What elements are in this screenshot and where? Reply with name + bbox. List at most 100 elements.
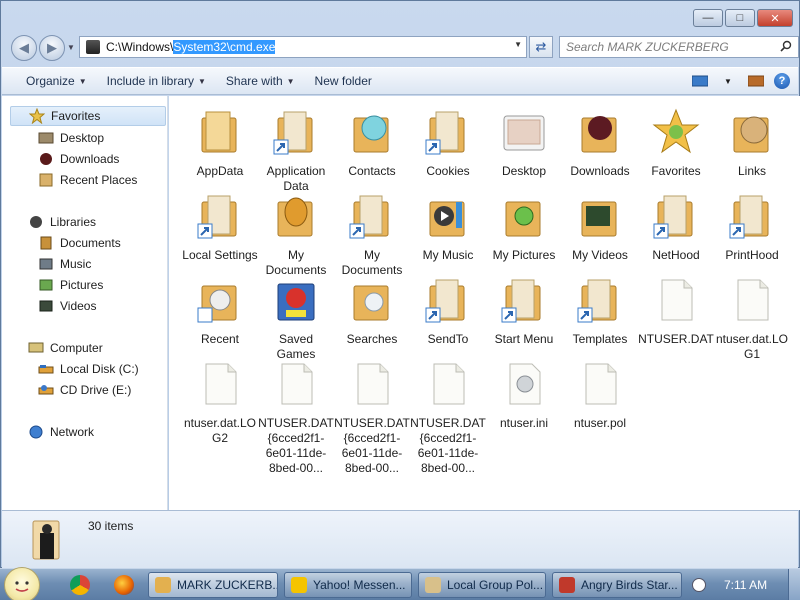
file-item[interactable]: My Documents: [334, 192, 410, 278]
nav-computer[interactable]: Computer: [28, 338, 103, 358]
share-with-menu[interactable]: Share with ▼: [216, 70, 305, 92]
file-item[interactable]: Templates: [562, 276, 638, 347]
file-label: PrintHood: [725, 248, 779, 262]
include-in-library-menu[interactable]: Include in library ▼: [97, 70, 216, 92]
nav-music[interactable]: Music: [38, 254, 91, 274]
nav-local-disk[interactable]: Local Disk (C:): [38, 359, 139, 379]
arrow-right-icon: ▶: [47, 40, 57, 55]
close-button[interactable]: ✕: [757, 9, 793, 27]
nav-pictures[interactable]: Pictures: [38, 275, 103, 295]
file-item[interactable]: Recent: [182, 276, 258, 347]
start-button[interactable]: [4, 567, 40, 600]
nav-libraries[interactable]: Libraries: [28, 212, 96, 232]
address-bar[interactable]: C:\Windows\System32\cmd.exe ▼: [79, 36, 527, 58]
command-bar: Organize ▼ Include in library ▼ Share with…: [2, 67, 798, 95]
file-label: Favorites: [651, 164, 701, 178]
nav-favorites[interactable]: Favorites: [10, 106, 166, 126]
file-label: Saved Games: [276, 332, 316, 361]
taskbar-button[interactable]: MARK ZUCKERB...: [148, 572, 278, 598]
file-item[interactable]: Contacts: [334, 108, 410, 179]
nav-videos[interactable]: Videos: [38, 296, 96, 316]
file-item[interactable]: ntuser.dat.LOG2: [182, 360, 258, 446]
file-item[interactable]: SendTo: [410, 276, 486, 347]
search-icon[interactable]: [780, 40, 792, 52]
file-item[interactable]: Saved Games: [258, 276, 334, 362]
search-input[interactable]: [560, 37, 770, 57]
cmd-icon: [86, 40, 100, 54]
share-with-label: Share with: [225, 74, 283, 88]
back-button[interactable]: ◀: [11, 35, 37, 61]
preview-pane-button[interactable]: [746, 71, 766, 91]
file-item[interactable]: AppData: [182, 108, 258, 179]
file-label: Desktop: [501, 164, 547, 178]
details-pane: 30 items: [2, 510, 798, 568]
address-path-prefix: C:\Windows\: [106, 40, 174, 54]
file-item[interactable]: NTUSER.DAT{6cced2f1-6e01-11de-8bed-00...: [258, 360, 334, 476]
file-item[interactable]: Downloads: [562, 108, 638, 179]
file-item[interactable]: NTUSER.DAT: [638, 276, 714, 347]
nav-desktop[interactable]: Desktop: [38, 128, 104, 148]
forward-button[interactable]: ▶: [39, 35, 65, 61]
help-icon[interactable]: ?: [774, 73, 790, 89]
desktop-folder-icon: [503, 115, 545, 151]
file-item[interactable]: Desktop: [486, 108, 562, 179]
file-item[interactable]: Searches: [334, 276, 410, 347]
file-icon: [205, 363, 237, 405]
refresh-button[interactable]: ⇄: [529, 36, 553, 58]
nav-documents[interactable]: Documents: [38, 233, 121, 253]
nav-network[interactable]: Network: [28, 422, 94, 442]
file-item[interactable]: ntuser.ini: [486, 360, 562, 431]
file-item[interactable]: My Videos: [562, 192, 638, 263]
show-desktop-button[interactable]: [788, 569, 800, 600]
file-item[interactable]: Application Data: [258, 108, 334, 194]
folder-shortcut-icon: [501, 279, 541, 323]
nav-local-disk-label: Local Disk (C:): [60, 362, 139, 376]
file-item[interactable]: My Documents: [258, 192, 334, 278]
file-item[interactable]: ntuser.pol: [562, 360, 638, 431]
nav-documents-label: Documents: [60, 236, 121, 250]
start-face-icon: [15, 581, 29, 592]
new-folder-button[interactable]: New folder: [305, 70, 382, 92]
nav-recent-places[interactable]: Recent Places: [38, 170, 137, 190]
file-item[interactable]: My Pictures: [486, 192, 562, 263]
firefox-icon[interactable]: [114, 575, 134, 595]
file-item[interactable]: Favorites: [638, 108, 714, 179]
clock[interactable]: 7:11 AM: [724, 578, 767, 592]
file-label: NTUSER.DAT{6cced2f1-6e01-11de-8bed-00...: [410, 416, 486, 475]
file-item[interactable]: NTUSER.DAT{6cced2f1-6e01-11de-8bed-00...: [334, 360, 410, 476]
chrome-icon[interactable]: [70, 575, 90, 595]
file-label: My Documents: [341, 248, 403, 277]
organize-menu[interactable]: Organize ▼: [16, 70, 97, 92]
tray-status-icon[interactable]: [692, 578, 706, 592]
nav-downloads[interactable]: Downloads: [38, 149, 119, 169]
file-item[interactable]: NetHood: [638, 192, 714, 263]
file-item[interactable]: Local Settings: [182, 192, 258, 263]
file-item[interactable]: PrintHood: [714, 192, 790, 263]
minimize-button[interactable]: —: [693, 9, 723, 27]
file-icon: [737, 279, 769, 321]
view-options-dropdown[interactable]: ▼: [718, 71, 738, 91]
folder-shortcut-icon: [197, 195, 237, 239]
chevron-down-icon: ▼: [724, 76, 732, 86]
search-box[interactable]: [559, 36, 799, 58]
taskbar-button[interactable]: Angry Birds Star...: [552, 572, 682, 598]
pictures-icon: [39, 279, 53, 291]
nav-cd-drive[interactable]: CD Drive (E:): [38, 380, 131, 400]
address-dropdown-icon[interactable]: ▼: [514, 40, 522, 49]
file-label: My Videos: [572, 248, 628, 262]
recent-pages-dropdown[interactable]: ▼: [67, 43, 75, 52]
file-label: NTUSER.DAT{6cced2f1-6e01-11de-8bed-00...: [258, 416, 334, 475]
taskbar-button[interactable]: Local Group Pol...: [418, 572, 546, 598]
file-item[interactable]: Cookies: [410, 108, 486, 179]
file-item[interactable]: Start Menu: [486, 276, 562, 347]
taskbar-button[interactable]: Yahoo! Messen...: [284, 572, 412, 598]
file-item[interactable]: NTUSER.DAT{6cced2f1-6e01-11de-8bed-00...: [410, 360, 486, 476]
maximize-button[interactable]: □: [725, 9, 755, 27]
file-item[interactable]: My Music: [410, 192, 486, 263]
file-item[interactable]: ntuser.dat.LOG1: [714, 276, 790, 362]
chevron-down-icon: ▼: [198, 76, 206, 86]
file-item[interactable]: Links: [714, 108, 790, 179]
folder-icon: [201, 111, 237, 153]
change-view-button[interactable]: [690, 71, 710, 91]
address-path[interactable]: C:\Windows\System32\cmd.exe: [106, 40, 276, 54]
